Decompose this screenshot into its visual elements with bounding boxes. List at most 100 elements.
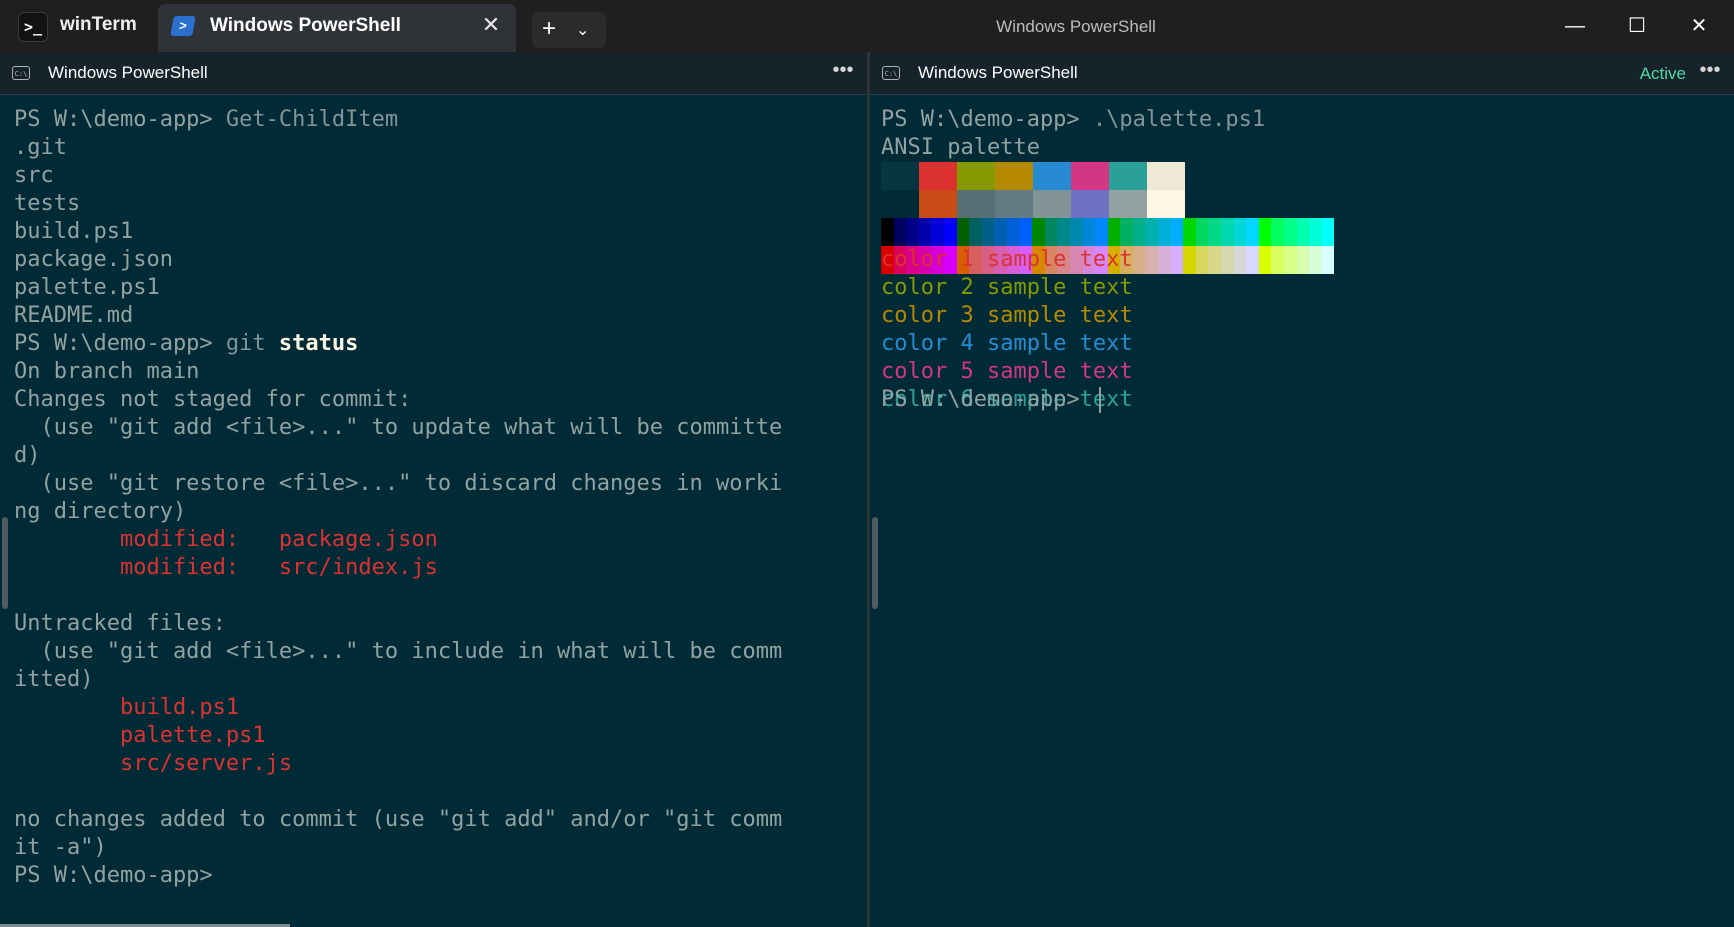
terminal-text: no changes added to commit (use "git add… [14, 807, 783, 832]
color-swatch [893, 218, 907, 246]
more-options-button[interactable]: ••• [823, 55, 863, 91]
color-swatch [931, 218, 944, 246]
tab-label: Windows PowerShell [210, 15, 401, 36]
color-swatch [1158, 246, 1171, 274]
terminal-line: (use "git add <file>..." to include in w… [14, 638, 782, 666]
color-swatch [1221, 246, 1234, 274]
color-swatch [1195, 218, 1209, 246]
terminal-line: Untracked files: [14, 610, 782, 638]
color-swatch [981, 218, 995, 246]
terminal-text: PS W:\demo-app> [14, 863, 213, 888]
terminal-text: status [278, 331, 359, 356]
terminal-line: palette.ps1 [14, 274, 782, 302]
terminal-line: build.ps1 [14, 694, 782, 722]
terminal-output[interactable]: PS W:\demo-app> Get-ChildItem .git src test… [14, 106, 782, 890]
color-swatch [1158, 218, 1171, 246]
color-swatch [1032, 218, 1045, 246]
color-swatch [1109, 162, 1147, 190]
color-swatch [1208, 218, 1222, 246]
color-swatch [1321, 246, 1335, 274]
prompt: PS W:\demo-app> [881, 387, 1093, 412]
sample-text: color 1 sample text [881, 247, 1133, 272]
terminal-line: modified: src/index.js [14, 554, 782, 582]
color-swatch [969, 218, 982, 246]
sample-text: color 4 sample text [881, 331, 1133, 356]
color-swatch [906, 218, 919, 246]
powershell-icon: > [170, 16, 196, 36]
pane-header: C:\ Windows PowerShell ••• [0, 52, 867, 95]
terminal-output[interactable]: PS W:\demo-app> .\palette.ps1 ANSI palet… [881, 106, 1265, 162]
sample-text: color 2 sample text [881, 275, 1133, 300]
terminal-line: src/server.js [14, 750, 782, 778]
color-swatch [1057, 218, 1070, 246]
color-swatch [994, 218, 1007, 246]
terminal-line: it -a") [14, 834, 782, 862]
color-swatch [1145, 218, 1159, 246]
color-swatch [1044, 218, 1058, 246]
minimize-button[interactable]: — [1544, 0, 1606, 52]
color-swatch [1147, 190, 1185, 218]
color-swatch [957, 190, 995, 218]
terminal-line: (use "git add <file>..." to update what … [14, 414, 782, 442]
color-swatch [1233, 246, 1247, 274]
more-options-button[interactable]: ••• [1690, 55, 1730, 91]
right-terminal-pane[interactable]: C:\ Windows PowerShell Active ••• PS W:\… [870, 52, 1734, 927]
terminal-text: git [225, 331, 279, 356]
color-swatch [1095, 218, 1108, 246]
close-tab-icon[interactable]: ✕ [478, 12, 504, 38]
color-swatch [1296, 218, 1310, 246]
terminal-line: palette.ps1 [14, 722, 782, 750]
terminal-text: ng directory) [14, 499, 187, 524]
terminal-text: src [14, 163, 54, 188]
color-swatch [1019, 218, 1033, 246]
color-swatch [1271, 246, 1284, 274]
terminal-line: README.md [14, 302, 782, 330]
chevron-down-icon[interactable]: ⌄ [576, 16, 589, 46]
terminal-line: modified: package.json [14, 526, 782, 554]
color-swatch [1195, 246, 1209, 274]
terminal-line: PS W:\demo-app> [14, 862, 782, 890]
color-swatch [995, 162, 1033, 190]
close-window-button[interactable]: ✕ [1668, 0, 1730, 52]
color-swatch [1069, 218, 1083, 246]
terminal-icon[interactable]: >_ [18, 12, 48, 42]
color-swatch [1183, 218, 1196, 246]
new-tab-button[interactable]: + [542, 14, 556, 44]
scrollbar[interactable] [2, 517, 8, 609]
terminal-line: ng directory) [14, 498, 782, 526]
window-title: Windows PowerShell [996, 17, 1156, 36]
color-swatch [1183, 246, 1196, 274]
pane-header: C:\ Windows PowerShell Active ••• [870, 52, 1734, 95]
color-swatch [956, 218, 970, 246]
terminal-text: it -a") [14, 835, 107, 860]
color-swatch [1246, 218, 1259, 246]
color-swatch [1109, 190, 1147, 218]
terminal-text: On branch main [14, 359, 200, 384]
maximize-button[interactable]: ☐ [1606, 0, 1668, 52]
terminal-line: PS W:\demo-app> Get-ChildItem [14, 106, 782, 134]
color-swatch [1284, 246, 1297, 274]
color-swatch [1233, 218, 1247, 246]
terminal-text: (use "git add <file>..." to update what … [14, 415, 783, 440]
palette-title: ANSI palette [881, 135, 1040, 160]
color-swatch [1145, 246, 1159, 274]
terminal-text: (use "git restore <file>..." to discard … [14, 471, 783, 496]
tab-windows-powershell[interactable]: > Windows PowerShell ✕ [158, 4, 516, 52]
final-prompt[interactable]: PS W:\demo-app> [881, 386, 1101, 414]
sample-text: color 5 sample text [881, 359, 1133, 384]
color-swatch [1321, 218, 1335, 246]
prompt: PS W:\demo-app> [881, 107, 1093, 132]
color-swatch [1284, 218, 1297, 246]
command: .\palette.ps1 [1092, 107, 1266, 132]
color-swatch [1132, 218, 1146, 246]
terminal-text: modified: package.json [14, 527, 438, 552]
color-swatch [1120, 218, 1133, 246]
terminal-text: (use "git add <file>..." to include in w… [14, 639, 783, 664]
terminal-text: PS W:\demo-app> [14, 331, 226, 356]
color-swatch [881, 190, 919, 218]
color-swatch [1170, 218, 1184, 246]
color-swatch [1258, 218, 1272, 246]
left-terminal-pane[interactable]: C:\ Windows PowerShell ••• PS W:\demo-ap… [0, 52, 867, 927]
scrollbar[interactable] [872, 517, 878, 609]
